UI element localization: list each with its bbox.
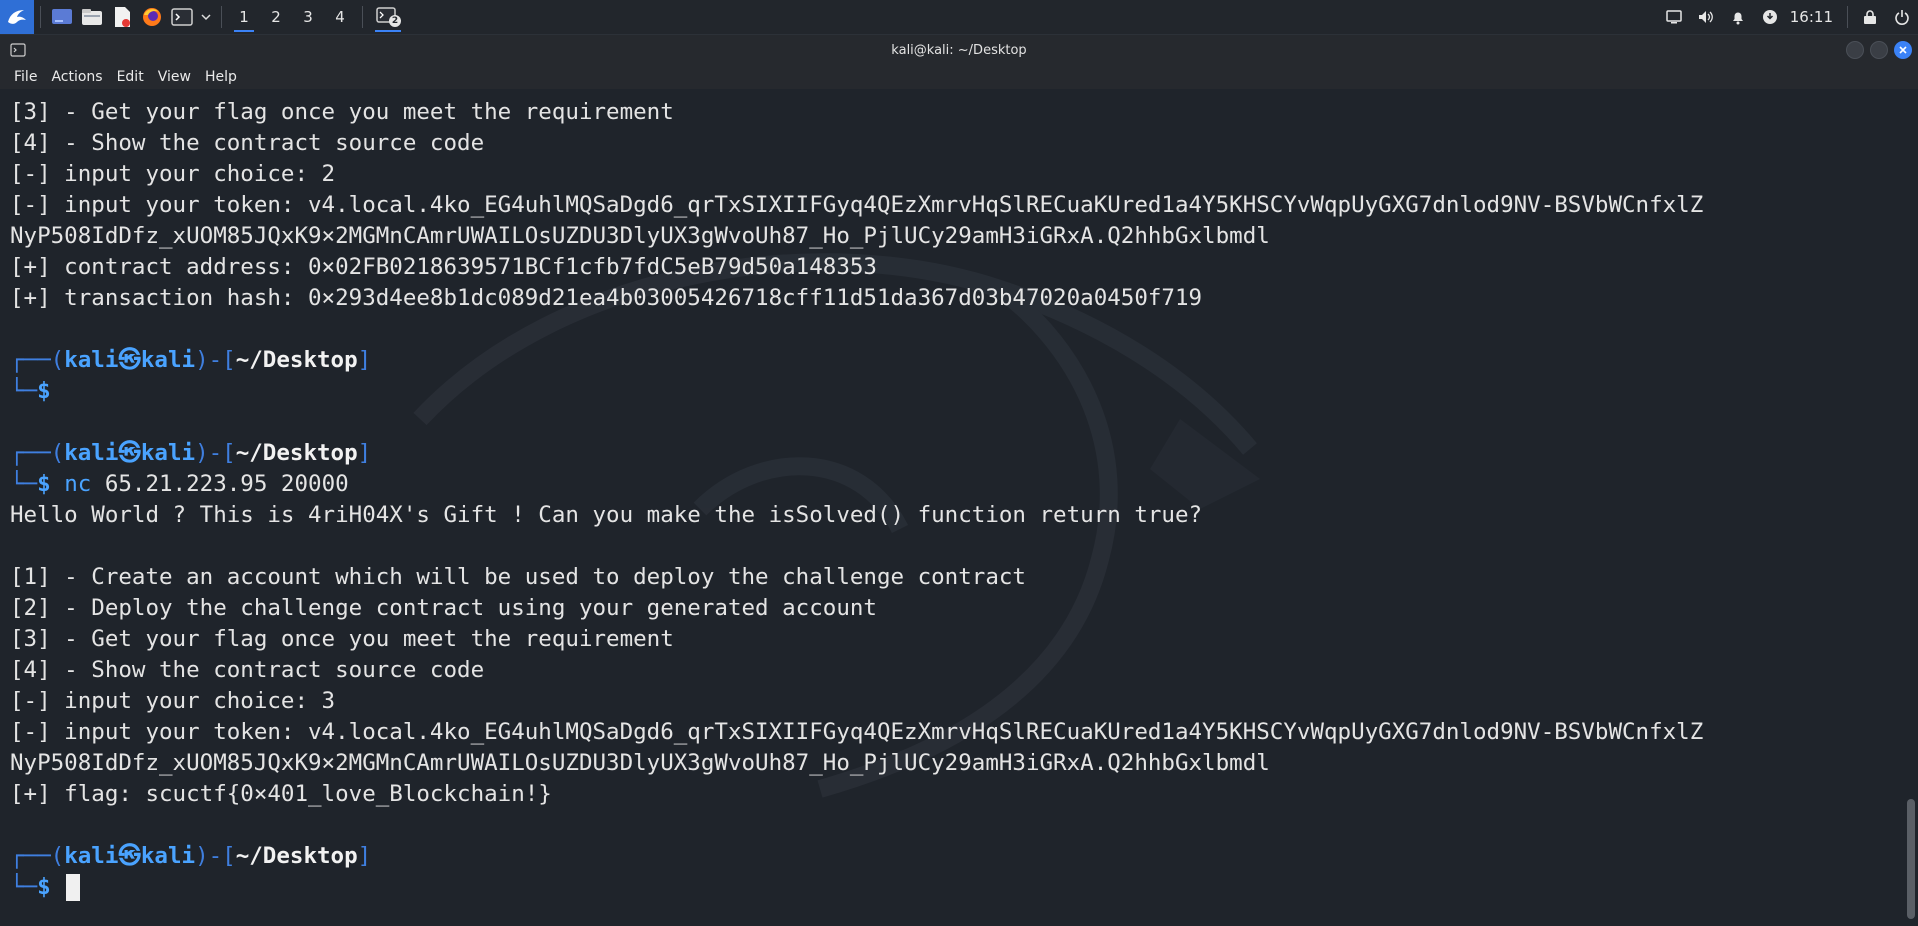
menu-file[interactable]: File bbox=[0, 69, 44, 85]
terminal-line: NyP508IdDfz_xUOM85JQxK9×2MGMnCAmrUWAILOs… bbox=[10, 750, 1270, 776]
terminal-line: Hello World ? This is 4riH04X's Gift ! C… bbox=[10, 502, 1203, 528]
prompt-host: kali bbox=[140, 843, 196, 869]
minimize-button[interactable] bbox=[1846, 41, 1864, 59]
update-icon[interactable] bbox=[1754, 0, 1786, 34]
scrollbar-thumb[interactable] bbox=[1907, 799, 1915, 919]
command-args: 65.21.223.95 20000 bbox=[91, 471, 349, 497]
terminal-line: [4] - Show the contract source code bbox=[10, 657, 485, 683]
terminal-line: [-] input your choice: 2 bbox=[10, 161, 336, 187]
notification-bell-icon[interactable] bbox=[1722, 0, 1754, 34]
firefox-icon[interactable] bbox=[137, 0, 167, 34]
taskbar-terminal-group[interactable]: 2 bbox=[369, 0, 407, 34]
prompt-bracket: )-[ bbox=[195, 843, 236, 869]
panel-separator bbox=[40, 6, 41, 28]
menu-edit[interactable]: Edit bbox=[110, 69, 151, 85]
prompt-corner: ┌──( bbox=[10, 843, 65, 869]
terminal-line: [3] - Get your flag once you meet the re… bbox=[10, 99, 674, 125]
prompt-host: kali bbox=[140, 347, 196, 373]
terminal-line: [1] - Create an account which will be us… bbox=[10, 564, 1026, 590]
menu-view[interactable]: View bbox=[151, 69, 198, 85]
prompt-user: kali bbox=[64, 843, 119, 869]
desktop-icon[interactable] bbox=[47, 0, 77, 34]
command-name: nc bbox=[64, 471, 92, 497]
system-tray: 16:11 bbox=[1658, 0, 1918, 34]
prompt-symbol: ㉿ bbox=[118, 440, 141, 466]
terminal-line: [+] transaction hash: 0×293d4ee8b1dc089d… bbox=[10, 285, 1203, 311]
terminal-line: [3] - Get your flag once you meet the re… bbox=[10, 626, 674, 652]
prompt-corner: └─ bbox=[10, 874, 38, 900]
window-title: kali@kali: ~/Desktop bbox=[891, 42, 1027, 58]
terminal-area[interactable]: [3] - Get your flag once you meet the re… bbox=[0, 89, 1918, 926]
terminal-scrollbar[interactable] bbox=[1905, 89, 1915, 926]
panel-separator bbox=[1847, 6, 1848, 28]
prompt-corner: └─ bbox=[10, 378, 38, 404]
workspace-2[interactable]: 2 bbox=[260, 0, 292, 34]
prompt-header: ┌──(kali㉿kali)-[~/Desktop] bbox=[10, 841, 1910, 872]
volume-icon[interactable] bbox=[1690, 0, 1722, 34]
prompt-corner: ┌──( bbox=[10, 440, 65, 466]
prompt-path: ~/Desktop bbox=[235, 347, 358, 373]
task-count-badge: 2 bbox=[389, 15, 401, 27]
top-panel: 1 2 3 4 2 16:11 bbox=[0, 0, 1918, 35]
prompt-symbol: ㉿ bbox=[118, 843, 141, 869]
prompt-input-line: └─$ bbox=[10, 376, 1910, 407]
terminal-line: [2] - Deploy the challenge contract usin… bbox=[10, 595, 877, 621]
prompt-bracket: )-[ bbox=[195, 347, 236, 373]
file-manager-icon[interactable] bbox=[77, 0, 107, 34]
prompt-path: ~/Desktop bbox=[235, 440, 358, 466]
prompt-user: kali bbox=[64, 440, 119, 466]
close-button[interactable] bbox=[1894, 41, 1912, 59]
prompt-input-line: └─$ nc 65.21.223.95 20000 bbox=[10, 469, 1910, 500]
power-icon[interactable] bbox=[1886, 0, 1918, 34]
terminal-line: [-] input your token: v4.local.4ko_EG4uh… bbox=[10, 192, 1704, 218]
prompt-bracket: ] bbox=[357, 843, 372, 869]
close-icon bbox=[1899, 46, 1907, 54]
prompt-corner: ┌──( bbox=[10, 347, 65, 373]
prompt-host: kali bbox=[140, 440, 196, 466]
terminal-line: [+] flag: scuctf{0×401_love_Blockchain!} bbox=[10, 781, 552, 807]
terminal-line: NyP508IdDfz_xUOM85JQxK9×2MGMnCAmrUWAILOs… bbox=[10, 223, 1270, 249]
terminal-icon[interactable] bbox=[167, 0, 197, 34]
menu-help[interactable]: Help bbox=[198, 69, 244, 85]
display-icon[interactable] bbox=[1658, 0, 1690, 34]
text-editor-icon[interactable] bbox=[107, 0, 137, 34]
prompt-user: kali bbox=[64, 347, 119, 373]
prompt-bracket: )-[ bbox=[195, 440, 236, 466]
prompt-input-line: └─$ bbox=[10, 872, 1910, 903]
prompt-bracket: ] bbox=[357, 440, 372, 466]
terminal-line: [-] input your token: v4.local.4ko_EG4uh… bbox=[10, 719, 1704, 745]
workspace-4[interactable]: 4 bbox=[324, 0, 356, 34]
terminal-output: [3] - Get your flag once you meet the re… bbox=[10, 97, 1910, 903]
maximize-button[interactable] bbox=[1870, 41, 1888, 59]
menubar: File Actions Edit View Help bbox=[0, 65, 1918, 89]
workspace-3[interactable]: 3 bbox=[292, 0, 324, 34]
lock-icon[interactable] bbox=[1854, 0, 1886, 34]
terminal-line: [+] contract address: 0×02FB0218639571BC… bbox=[10, 254, 877, 280]
prompt-corner: └─ bbox=[10, 471, 38, 497]
prompt-dollar: $ bbox=[37, 874, 51, 900]
prompt-dollar: $ bbox=[37, 471, 51, 497]
prompt-path: ~/Desktop bbox=[235, 843, 358, 869]
workspace-1[interactable]: 1 bbox=[228, 0, 260, 34]
prompt-dollar: $ bbox=[37, 378, 51, 404]
menu-actions[interactable]: Actions bbox=[44, 69, 109, 85]
text-cursor[interactable] bbox=[66, 874, 81, 901]
panel-separator bbox=[362, 6, 363, 28]
prompt-header: ┌──(kali㉿kali)-[~/Desktop] bbox=[10, 438, 1910, 469]
panel-separator bbox=[221, 6, 222, 28]
prompt-symbol: ㉿ bbox=[118, 347, 141, 373]
clock[interactable]: 16:11 bbox=[1786, 8, 1841, 26]
terminal-line: [4] - Show the contract source code bbox=[10, 130, 485, 156]
prompt-bracket: ] bbox=[357, 347, 372, 373]
prompt-header: ┌──(kali㉿kali)-[~/Desktop] bbox=[10, 345, 1910, 376]
kali-menu-icon[interactable] bbox=[0, 0, 34, 34]
chevron-down-icon[interactable] bbox=[197, 0, 215, 34]
terminal-line: [-] input your choice: 3 bbox=[10, 688, 336, 714]
window-titlebar[interactable]: kali@kali: ~/Desktop bbox=[0, 35, 1918, 65]
